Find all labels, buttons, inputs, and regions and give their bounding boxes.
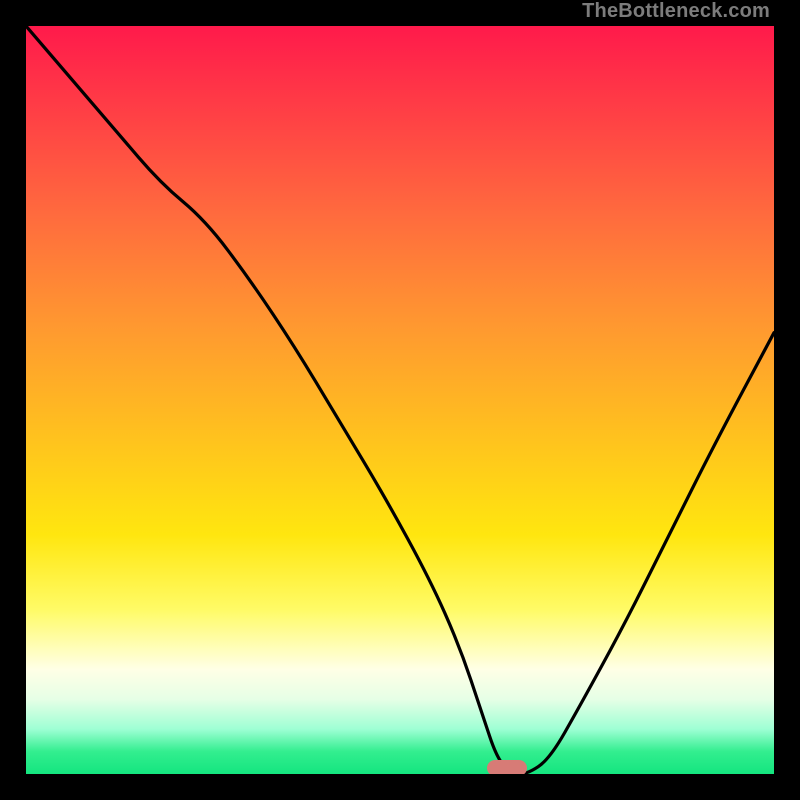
curve-svg: [26, 26, 774, 774]
chart-frame: TheBottleneck.com: [0, 0, 800, 800]
bottleneck-curve: [26, 26, 774, 774]
watermark-text: TheBottleneck.com: [582, 0, 770, 23]
plot-area: [26, 26, 774, 774]
optimal-marker: [487, 760, 527, 774]
